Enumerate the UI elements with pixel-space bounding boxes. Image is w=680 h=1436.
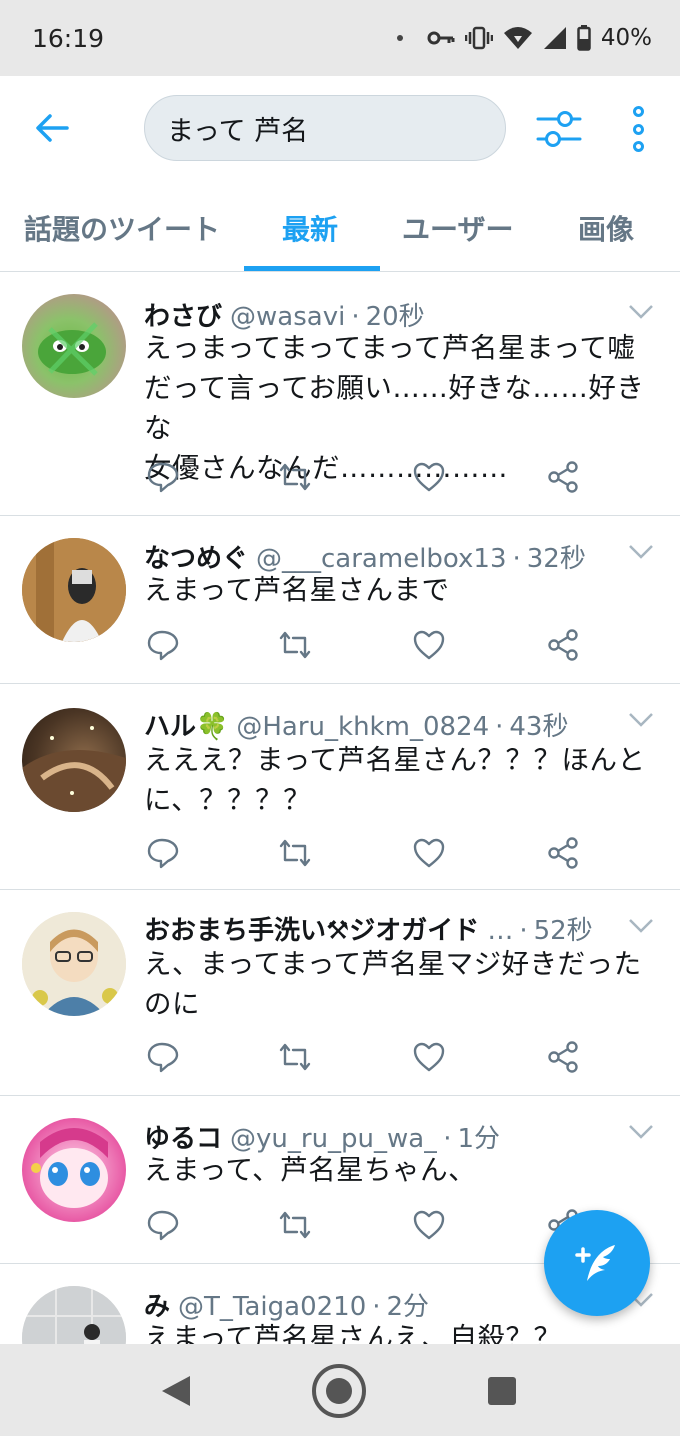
avatar-image bbox=[22, 726, 126, 812]
battery-icon bbox=[577, 25, 591, 51]
compose-tweet-icon bbox=[575, 1245, 615, 1281]
like-icon[interactable] bbox=[412, 836, 446, 870]
chevron-down-icon[interactable] bbox=[628, 304, 654, 320]
search-filter-button[interactable] bbox=[536, 108, 582, 150]
vibrate-icon bbox=[464, 26, 493, 50]
tab-users[interactable]: ユーザー bbox=[402, 208, 513, 248]
tweet-timeline[interactable]: わさび @wasavi · 20秒 えっまってまってまって芦名星まって嘘 だって… bbox=[0, 272, 680, 1344]
avatar-image bbox=[22, 538, 126, 642]
more-vertical-icon bbox=[632, 106, 644, 117]
avatar-image bbox=[38, 322, 106, 376]
more-options-button[interactable] bbox=[624, 106, 652, 152]
reply-icon[interactable] bbox=[146, 836, 180, 870]
like-icon[interactable] bbox=[412, 628, 446, 662]
share-icon[interactable] bbox=[546, 460, 580, 494]
tab-top-tweets[interactable]: 話題のツイート bbox=[24, 208, 220, 248]
share-icon[interactable] bbox=[546, 628, 580, 662]
reply-icon[interactable] bbox=[146, 1040, 180, 1074]
tab-latest[interactable]: 最新 bbox=[282, 208, 338, 248]
tweet-item[interactable]: おおまち手洗い⚒ジオガイド … · 52秒 え、まってまって芦名星マジ好きだった… bbox=[0, 890, 680, 1096]
chevron-down-icon[interactable] bbox=[628, 918, 654, 934]
nav-home-icon[interactable] bbox=[312, 1364, 366, 1418]
avatar[interactable] bbox=[22, 708, 126, 812]
search-input[interactable]: まって 芦名 bbox=[144, 95, 506, 161]
display-name[interactable]: ハル🍀 bbox=[144, 706, 228, 743]
search-query: まって 芦名 bbox=[167, 115, 309, 147]
back-button[interactable] bbox=[30, 106, 74, 150]
tab-images[interactable]: 画像 bbox=[578, 208, 634, 248]
signal-icon bbox=[543, 27, 566, 49]
tweet-actions bbox=[146, 460, 586, 494]
user-handle[interactable]: … bbox=[487, 916, 513, 946]
reply-icon[interactable] bbox=[146, 1208, 180, 1242]
avatar[interactable] bbox=[22, 1118, 126, 1222]
reply-icon[interactable] bbox=[146, 628, 180, 662]
battery-percent: 40% bbox=[600, 25, 652, 51]
chevron-down-icon[interactable] bbox=[628, 1124, 654, 1140]
like-icon[interactable] bbox=[412, 1040, 446, 1074]
reply-icon[interactable] bbox=[146, 460, 180, 494]
user-handle[interactable]: @Haru_khkm_0824 bbox=[236, 712, 489, 742]
tweet-actions bbox=[146, 1208, 586, 1242]
tweet-header: おおまち手洗い⚒ジオガイド … · 52秒 bbox=[144, 910, 620, 947]
share-icon[interactable] bbox=[546, 1040, 580, 1074]
tweet-time: 52秒 bbox=[533, 916, 593, 946]
avatar-image bbox=[22, 912, 126, 1016]
share-icon[interactable] bbox=[546, 836, 580, 870]
retweet-icon[interactable] bbox=[278, 1040, 312, 1074]
tweet-text: えええ？まって芦名星さん？？？ほんと に、？？？？ bbox=[144, 744, 646, 816]
retweet-icon[interactable] bbox=[278, 1208, 312, 1242]
nav-recents-icon[interactable] bbox=[488, 1377, 516, 1405]
avatar[interactable] bbox=[22, 1286, 126, 1344]
avatar[interactable] bbox=[22, 912, 126, 1016]
tweet-text: えまって、芦名星ちゃん、 bbox=[144, 1154, 477, 1186]
chevron-down-icon[interactable] bbox=[628, 712, 654, 728]
tweet-actions bbox=[146, 836, 586, 870]
retweet-icon[interactable] bbox=[278, 836, 312, 870]
tweet-text: え、まってまって芦名星マジ好きだった のに bbox=[144, 948, 642, 1020]
notification-dot-icon bbox=[396, 35, 403, 41]
search-header: まって 芦名 bbox=[0, 76, 680, 180]
tweet-header: ハル🍀 @Haru_khkm_0824 · 43秒 bbox=[144, 706, 620, 743]
status-icons: 40% bbox=[396, 25, 652, 51]
tweet-text: えまって芦名星さんえ、自殺？？ bbox=[144, 1322, 562, 1344]
avatar[interactable] bbox=[22, 538, 126, 642]
tweet-actions bbox=[146, 1040, 586, 1074]
active-tab-indicator bbox=[244, 266, 380, 271]
avatar-image bbox=[22, 1286, 126, 1344]
status-bar: 16:19 40% bbox=[0, 0, 680, 76]
nav-back-icon[interactable] bbox=[160, 1374, 192, 1408]
tweet-item[interactable]: わさび @wasavi · 20秒 えっまってまってまって芦名星まって嘘 だって… bbox=[0, 272, 680, 516]
display-name[interactable]: おおまち手洗い⚒ジオガイド bbox=[144, 910, 479, 947]
tweet-text: えまって芦名星さんまで bbox=[144, 574, 450, 606]
sliders-icon bbox=[536, 111, 582, 147]
status-time: 16:19 bbox=[32, 23, 105, 53]
tweet-item[interactable]: ハル🍀 @Haru_khkm_0824 · 43秒 えええ？まって芦名星さん？？… bbox=[0, 684, 680, 890]
tweet-actions bbox=[146, 628, 586, 662]
retweet-icon[interactable] bbox=[278, 628, 312, 662]
avatar[interactable] bbox=[22, 294, 126, 398]
arrow-left-icon bbox=[36, 114, 69, 142]
compose-tweet-button[interactable] bbox=[544, 1210, 650, 1316]
like-icon[interactable] bbox=[412, 460, 446, 494]
chevron-down-icon[interactable] bbox=[628, 544, 654, 560]
vpn-key-icon bbox=[427, 31, 455, 45]
avatar-image bbox=[31, 1128, 108, 1208]
wifi-icon bbox=[503, 27, 532, 49]
tweet-time: 43秒 bbox=[509, 712, 569, 742]
tweet-item[interactable]: なつめぐ @___caramelbox13 · 32秒 えまって芦名星さんまで bbox=[0, 516, 680, 684]
system-nav-bar bbox=[0, 1344, 680, 1436]
like-icon[interactable] bbox=[412, 1208, 446, 1242]
search-tabs: 話題のツイート 最新 ユーザー 画像 bbox=[0, 180, 680, 272]
retweet-icon[interactable] bbox=[278, 460, 312, 494]
